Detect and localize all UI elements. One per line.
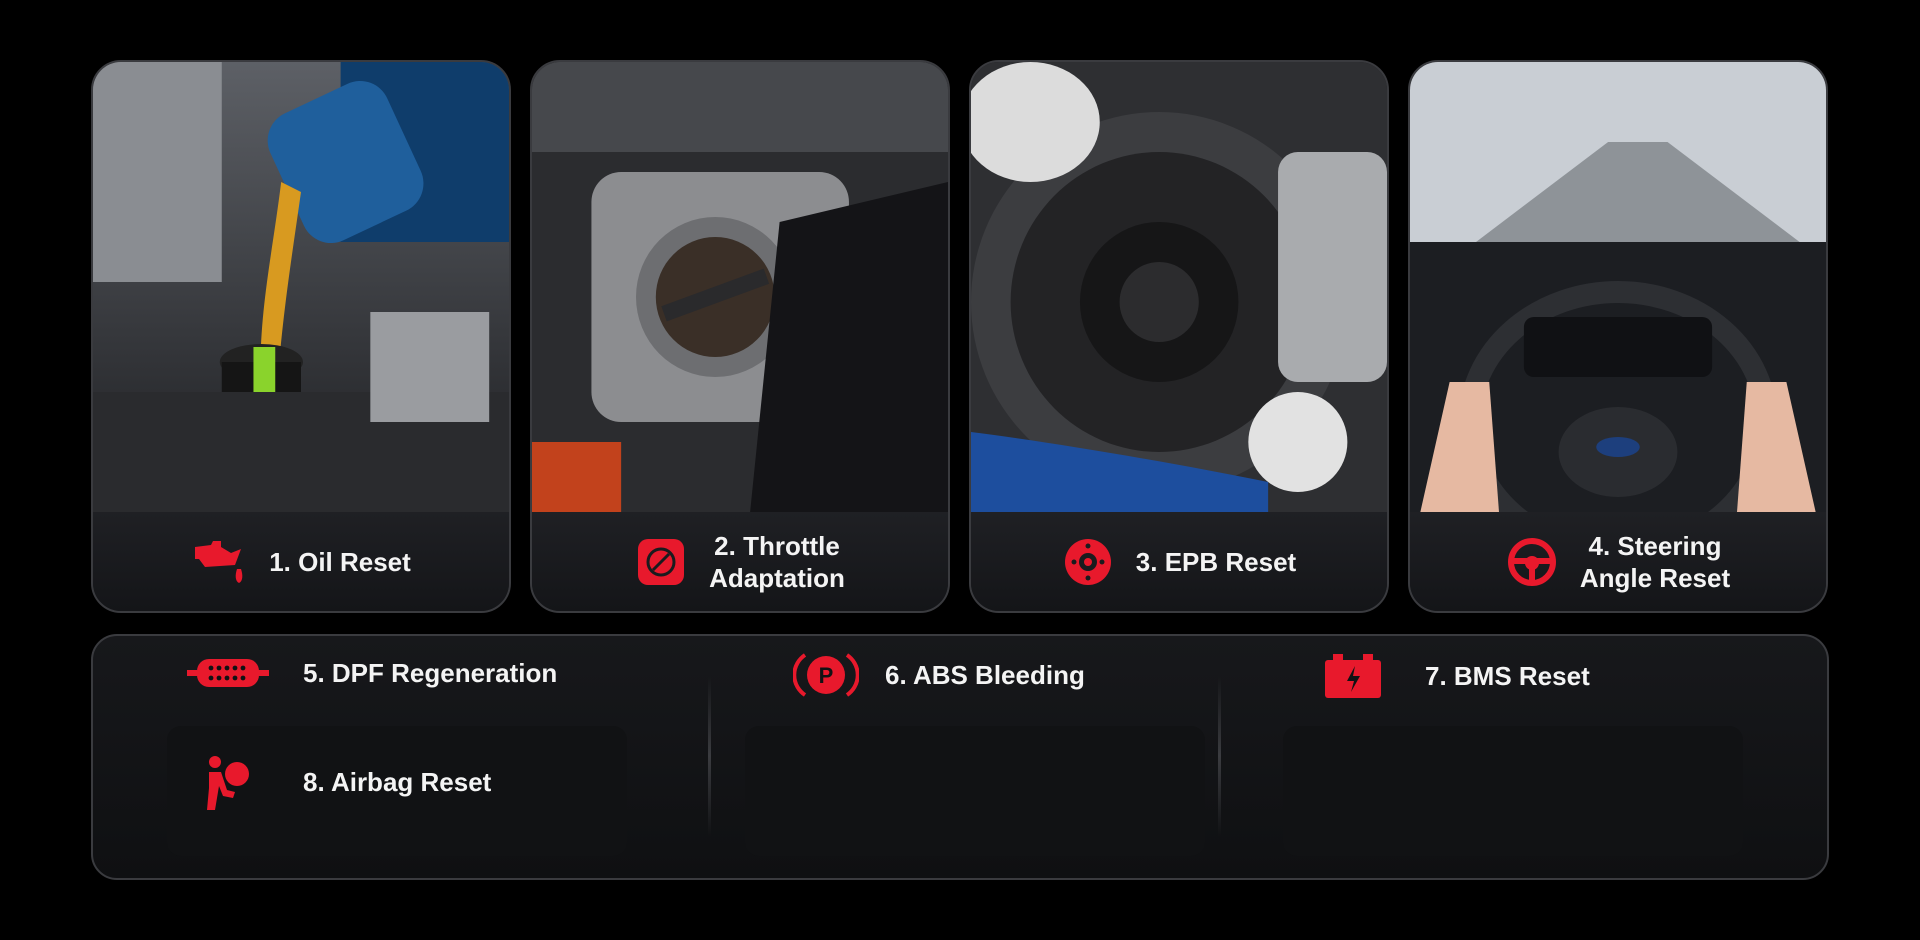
- feature-label: 8. Airbag Reset: [303, 766, 492, 797]
- parking-brake-p-icon: P: [793, 650, 859, 700]
- card-epb-reset[interactable]: 3. EPB Reset: [969, 60, 1389, 613]
- driving-steering-wheel-photo: [1410, 62, 1826, 514]
- card-oil-reset[interactable]: 1. Oil Reset: [91, 60, 511, 613]
- card-steering-angle-reset[interactable]: 4. Steering Angle Reset: [1408, 60, 1828, 613]
- feature-abs-bleeding[interactable]: P 6. ABS Bleeding: [793, 650, 1085, 700]
- card-throttle-adaptation[interactable]: 2. Throttle Adaptation: [530, 60, 950, 613]
- feature-label: 6. ABS Bleeding: [885, 659, 1085, 690]
- panel-divider: [1218, 676, 1221, 836]
- feature-dpf-regeneration[interactable]: 5. DPF Regeneration: [187, 656, 557, 690]
- feature-bms-reset[interactable]: 7. BMS Reset: [1325, 654, 1590, 698]
- card-label-oil: 1. Oil Reset: [93, 512, 509, 611]
- feature-panel: 5. DPF Regeneration P 6. ABS Bleeding 7.…: [91, 634, 1829, 880]
- battery-icon: [1325, 654, 1381, 698]
- dpf-filter-icon: [187, 656, 269, 690]
- feature-panel-section: [1283, 726, 1743, 856]
- feature-label: 7. BMS Reset: [1425, 660, 1590, 691]
- card-label-steering: 4. Steering Angle Reset: [1410, 512, 1826, 611]
- svg-text:P: P: [819, 663, 834, 688]
- throttle-body-icon: [635, 536, 687, 588]
- card-title: 3. EPB Reset: [1135, 546, 1297, 577]
- engine-oil-pouring-photo: [93, 62, 509, 514]
- feature-airbag-reset[interactable]: 8. Airbag Reset: [205, 754, 491, 810]
- card-label-throttle: 2. Throttle Adaptation: [532, 512, 948, 611]
- card-label-epb: 3. EPB Reset: [971, 512, 1387, 611]
- feature-label: 5. DPF Regeneration: [303, 657, 558, 688]
- panel-divider: [708, 676, 711, 836]
- throttle-body-photo: [532, 62, 948, 514]
- airbag-icon: [205, 754, 251, 810]
- steering-wheel-icon: [1506, 536, 1558, 588]
- feature-panel-section: [745, 726, 1205, 856]
- card-title: 1. Oil Reset: [269, 546, 411, 577]
- brake-disc-photo: [971, 62, 1387, 514]
- card-title: 2. Throttle Adaptation: [709, 530, 845, 593]
- card-title: 4. Steering Angle Reset: [1579, 530, 1731, 593]
- oil-can-icon: [191, 537, 247, 587]
- brake-disc-icon: [1062, 536, 1114, 588]
